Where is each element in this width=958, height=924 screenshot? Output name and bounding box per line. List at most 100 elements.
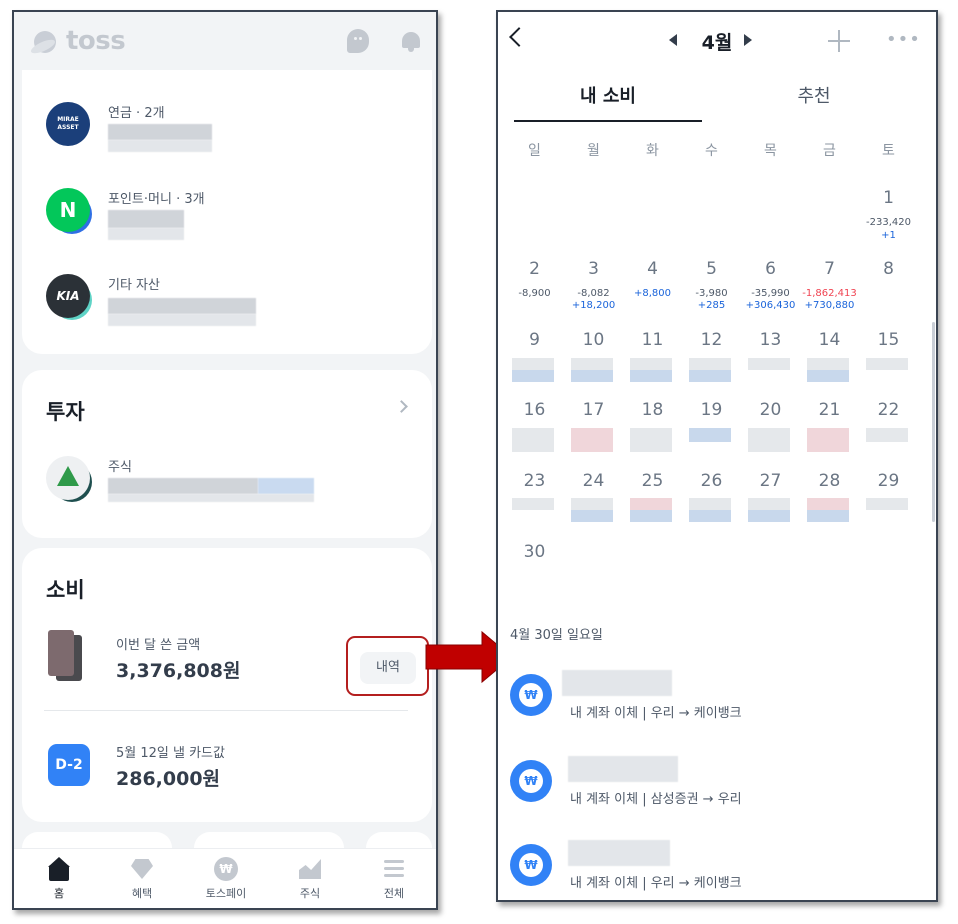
masked-amount bbox=[748, 510, 790, 522]
masked-amount bbox=[108, 478, 258, 494]
won-transfer-icon: ₩ bbox=[510, 674, 552, 716]
tab-home[interactable]: 홈 bbox=[19, 857, 99, 901]
calendar-day[interactable]: 10 bbox=[564, 330, 623, 350]
masked-amount bbox=[258, 478, 314, 494]
masked-amount bbox=[748, 428, 790, 452]
won-coin-icon: ₩ bbox=[214, 857, 238, 881]
tab-stocks[interactable]: 주식 bbox=[270, 857, 350, 901]
tab-tosspay[interactable]: ₩ 토스페이 bbox=[186, 857, 266, 901]
calendar-day[interactable]: 8 bbox=[859, 259, 918, 279]
calendar-day[interactable]: 23 bbox=[505, 471, 564, 491]
day-expense: -8,900 bbox=[518, 288, 551, 299]
calendar-day[interactable]: 4 bbox=[623, 259, 682, 279]
masked-amount bbox=[689, 428, 731, 442]
day-income: +8,800 bbox=[633, 288, 671, 299]
calendar-day[interactable]: 28 bbox=[800, 471, 859, 491]
calendar-day[interactable]: 18 bbox=[623, 400, 682, 420]
calendar-day[interactable]: 16 bbox=[505, 400, 564, 420]
masked-amount bbox=[108, 494, 314, 502]
masked-amount bbox=[108, 314, 256, 326]
investment-card[interactable]: 투자 주식 bbox=[22, 370, 432, 538]
masked-amount bbox=[689, 498, 731, 510]
masked-amount bbox=[807, 428, 849, 452]
won-transfer-icon: ₩ bbox=[510, 844, 552, 886]
calendar-day[interactable]: 22 bbox=[859, 400, 918, 420]
gem-icon bbox=[130, 857, 154, 881]
plus-icon[interactable] bbox=[828, 30, 850, 52]
mirae-asset-logo-icon: MIRAE ASSET bbox=[46, 102, 92, 148]
day-expense: -35,990 bbox=[751, 288, 790, 299]
masked-amount bbox=[748, 358, 790, 370]
calendar-day[interactable]: 17 bbox=[564, 400, 623, 420]
transaction-description: 내 계좌 이체 | 우리 → 케이뱅크 bbox=[570, 876, 742, 891]
calendar-day[interactable]: 20 bbox=[741, 400, 800, 420]
masked-amount bbox=[866, 358, 908, 370]
calendar-day[interactable]: 14 bbox=[800, 330, 859, 350]
masked-amount bbox=[630, 370, 672, 382]
day-expense: -233,420 bbox=[866, 217, 911, 228]
weekday-label: 수 bbox=[705, 143, 718, 159]
calendar-day[interactable]: 9 bbox=[505, 330, 564, 350]
calendar-day[interactable]: 15 bbox=[859, 330, 918, 350]
chat-face-icon[interactable] bbox=[347, 29, 369, 53]
credit-card-icon bbox=[48, 630, 82, 681]
calendar-day[interactable]: 12 bbox=[682, 330, 741, 350]
home-header: toss bbox=[14, 12, 436, 70]
stock-chart-icon bbox=[298, 857, 322, 881]
day-expense: -1,862,413 bbox=[802, 288, 857, 299]
day-expense: -8,082 bbox=[577, 288, 610, 299]
masked-amount bbox=[562, 670, 672, 696]
tab-benefits[interactable]: 혜택 bbox=[102, 857, 182, 901]
masked-amount bbox=[512, 370, 554, 382]
stock-logo-icon bbox=[46, 456, 90, 500]
calendar-day[interactable]: 1 bbox=[859, 188, 918, 208]
spending-card: 소비 이번 달 쓴 금액 3,376,808원 내역 D-2 5월 12일 낼 … bbox=[22, 548, 432, 822]
menu-icon bbox=[382, 857, 406, 881]
asset-label: 포인트·머니 · 3개 bbox=[108, 192, 205, 207]
calendar-day[interactable]: 27 bbox=[741, 471, 800, 491]
masked-amount bbox=[689, 370, 731, 382]
calendar-day[interactable]: 24 bbox=[564, 471, 623, 491]
stock-label: 주식 bbox=[108, 460, 132, 475]
dday-badge: D-2 bbox=[48, 744, 90, 786]
masked-amount bbox=[571, 498, 613, 510]
tab-all[interactable]: 전체 bbox=[354, 857, 434, 901]
weekday-label: 토 bbox=[882, 143, 895, 159]
bell-icon[interactable] bbox=[401, 29, 421, 53]
calendar-day[interactable]: 2 bbox=[505, 259, 564, 279]
masked-amount bbox=[571, 370, 613, 382]
naver-logo-icon: N bbox=[46, 188, 90, 232]
masked-amount bbox=[630, 498, 672, 510]
next-month-icon[interactable] bbox=[744, 34, 752, 46]
masked-amount bbox=[108, 140, 212, 152]
calendar-day[interactable]: 29 bbox=[859, 471, 918, 491]
calendar-day[interactable]: 5 bbox=[682, 259, 741, 279]
calendar-day[interactable]: 3 bbox=[564, 259, 623, 279]
masked-amount bbox=[512, 358, 554, 370]
calendar-day[interactable]: 11 bbox=[623, 330, 682, 350]
calendar-day[interactable]: 30 bbox=[505, 542, 564, 562]
calendar-day[interactable]: 7 bbox=[800, 259, 859, 279]
masked-amount bbox=[108, 228, 184, 240]
calendar-day[interactable]: 13 bbox=[741, 330, 800, 350]
more-icon[interactable]: ••• bbox=[886, 31, 920, 49]
calendar-day[interactable]: 19 bbox=[682, 400, 741, 420]
divider bbox=[44, 710, 408, 711]
assets-card: MIRAE ASSET 연금 · 2개 N 포인트·머니 · 3개 KIA 기타… bbox=[22, 40, 432, 354]
calendar-day[interactable]: 6 bbox=[741, 259, 800, 279]
spending-calendar-screen: 4월 ••• 내 소비 추천 일 월 화 수 목 금 토 1 -233,420 … bbox=[496, 10, 938, 902]
chevron-right-icon[interactable] bbox=[395, 400, 408, 413]
highlight-annotation-box bbox=[346, 636, 429, 696]
bottom-tab-bar: 홈 혜택 ₩ 토스페이 주식 전체 bbox=[14, 848, 436, 908]
calendar-day[interactable]: 21 bbox=[800, 400, 859, 420]
calendar-day[interactable]: 25 bbox=[623, 471, 682, 491]
tab-recommend[interactable]: 추천 bbox=[720, 82, 908, 108]
calendar-day[interactable]: 26 bbox=[682, 471, 741, 491]
tab-my-spending[interactable]: 내 소비 bbox=[514, 82, 702, 108]
masked-amount bbox=[571, 428, 613, 452]
scrollbar[interactable] bbox=[932, 322, 935, 522]
masked-amount bbox=[568, 756, 678, 782]
asset-label: 기타 자산 bbox=[108, 278, 160, 293]
masked-amount bbox=[689, 358, 731, 370]
masked-amount bbox=[748, 498, 790, 510]
